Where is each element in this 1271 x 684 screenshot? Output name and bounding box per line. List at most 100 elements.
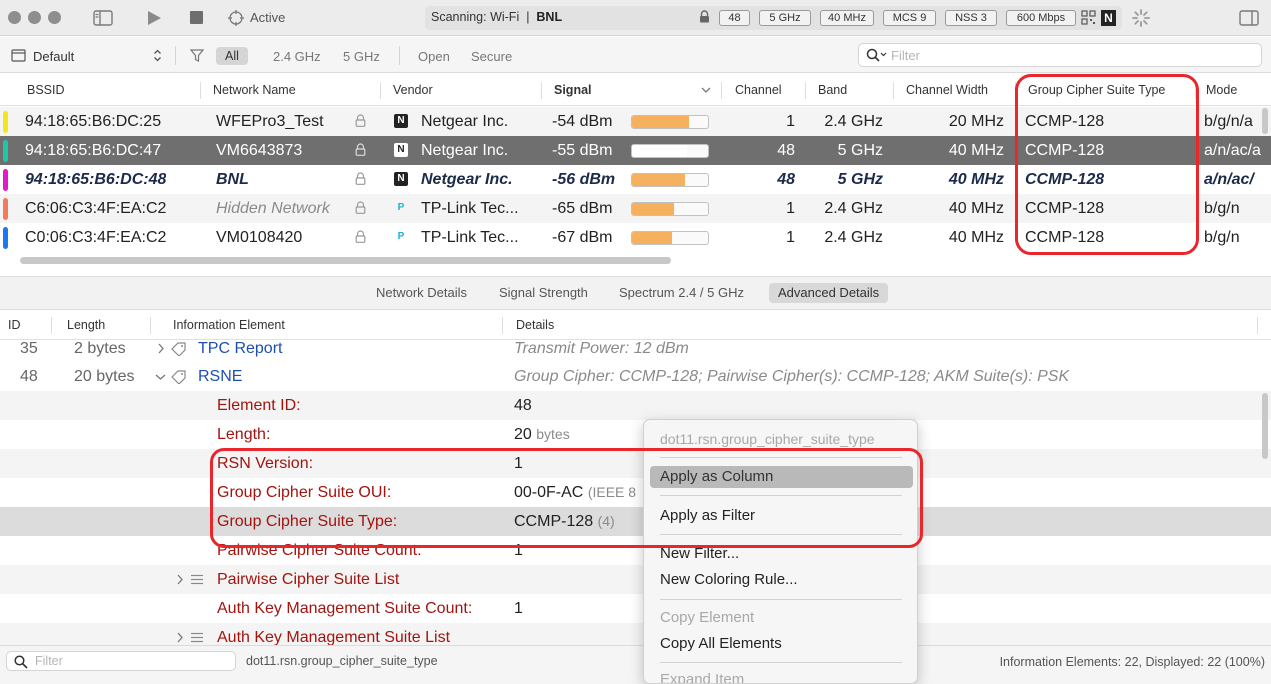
column-header-length[interactable]: Length (67, 318, 105, 332)
signal-cell: -54 dBm (552, 113, 613, 130)
column-header-id[interactable]: ID (8, 318, 21, 332)
vertical-scrollbar[interactable] (1262, 108, 1268, 134)
column-header-network-name[interactable]: Network Name (213, 83, 296, 97)
sidebar-toggle-icon[interactable] (93, 10, 113, 26)
ie-row-element-id[interactable]: Element ID: 48 (0, 391, 1271, 420)
channel-cell: 48 (777, 171, 795, 188)
network-color-stripe (3, 140, 8, 162)
disclosure-down-icon[interactable] (155, 373, 166, 381)
ie-search-input[interactable] (35, 654, 225, 668)
scan-mode-label[interactable]: Active (250, 10, 285, 25)
mode-cell: b/g/n (1204, 200, 1240, 217)
lock-icon (355, 201, 366, 214)
menu-separator (660, 599, 902, 600)
tab-signal-strength[interactable]: Signal Strength (490, 283, 597, 303)
ie-row-rsn-version[interactable]: RSN Version: 1 (0, 449, 1271, 478)
tag-icon (171, 342, 186, 356)
column-header-information-element[interactable]: Information Element (173, 318, 285, 332)
mode-cell: b/g/n/a (1204, 113, 1253, 130)
channel-width-cell: 40 MHz (948, 171, 1004, 188)
menu-item-copy-element[interactable]: Copy Element (650, 607, 913, 629)
column-header-vendor[interactable]: Vendor (393, 83, 433, 97)
menu-item-new-filter[interactable]: New Filter... (650, 543, 913, 565)
vendor-logo-icon: P (397, 231, 405, 242)
network-row[interactable]: 94:18:65:B6:DC:48 BNL N Netgear Inc. -56 dBm… (0, 165, 1271, 194)
tab-advanced-details[interactable]: Advanced Details (769, 283, 889, 303)
menu-item-new-coloring-rule[interactable]: New Coloring Rule... (650, 569, 913, 591)
column-header-channel[interactable]: Channel (735, 83, 782, 97)
network-search-input[interactable] (891, 47, 1251, 63)
channel-cell: 1 (786, 229, 795, 246)
elements-status: Information Elements: 22, Displayed: 22 … (999, 655, 1265, 669)
tab-network-details[interactable]: Network Details (367, 283, 476, 303)
vendor-cell: TP-Link Tec... (421, 229, 519, 246)
signal-bar (631, 144, 709, 158)
menu-item-apply-as-filter[interactable]: Apply as Filter (650, 505, 913, 527)
stop-icon[interactable] (189, 10, 204, 25)
disclosure-right-icon[interactable] (176, 632, 184, 643)
network-row[interactable]: 94:18:65:B6:DC:47 VM6643873 N Netgear Inc. -… (0, 136, 1271, 165)
tab-spectrum[interactable]: Spectrum 2.4 / 5 GHz (610, 283, 753, 303)
network-row[interactable]: C0:06:C3:4F:EA:C2 VM0108420 P TP-Link Tec..… (0, 223, 1271, 252)
minimize-window-button[interactable] (28, 11, 41, 24)
band-cell: 2.4 GHz (824, 113, 883, 130)
column-header-details[interactable]: Details (516, 318, 554, 332)
chevron-updown-icon[interactable] (153, 49, 162, 62)
signal-bar (631, 173, 709, 187)
menu-item-copy-all-elements[interactable]: Copy All Elements (650, 633, 913, 655)
column-header-band[interactable]: Band (818, 83, 847, 97)
horizontal-scrollbar[interactable] (20, 257, 671, 264)
network-row[interactable]: C6:06:C3:4F:EA:C2 Hidden Network P TP-Link … (0, 194, 1271, 223)
spinner-icon (1132, 9, 1150, 27)
close-window-button[interactable] (8, 11, 21, 24)
filter-funnel-icon[interactable] (190, 49, 204, 62)
signal-bar-fill (632, 145, 688, 157)
ie-row-akm-count[interactable]: Auth Key Management Suite Count: 1 (0, 594, 1271, 623)
sort-descending-icon[interactable] (701, 87, 711, 94)
column-header-mode[interactable]: Mode (1206, 83, 1237, 97)
column-header-group-cipher[interactable]: Group Cipher Suite Type (1028, 83, 1165, 97)
disclosure-right-icon[interactable] (176, 574, 184, 585)
filter-bar: Default All 2.4 GHz 5 GHz Open Secure (0, 37, 1271, 73)
ie-row-length[interactable]: Length: 20 bytes (0, 420, 1271, 449)
profile-select[interactable]: Default (33, 49, 74, 64)
network-name-cell: Hidden Network (216, 200, 330, 217)
ie-row-group-cipher-oui[interactable]: Group Cipher Suite OUI: 00-0F-AC (IEEE 8 (0, 478, 1271, 507)
column-header-channel-width[interactable]: Channel Width (906, 83, 988, 97)
signal-cell: -67 dBm (552, 229, 613, 246)
ie-length: 2 bytes (74, 340, 126, 357)
vertical-scrollbar[interactable] (1262, 393, 1268, 459)
vendor-cell: Netgear Inc. (421, 171, 513, 188)
network-row[interactable]: 94:18:65:B6:DC:25 WFEPro3_Test N Netgear In… (0, 107, 1271, 136)
filter-all-button[interactable]: All (216, 47, 248, 65)
ie-search-field[interactable] (6, 651, 236, 671)
network-search-field[interactable] (858, 43, 1262, 67)
filter-5ghz-button[interactable]: 5 GHz (343, 49, 380, 64)
ie-length: 20 bytes (74, 368, 135, 385)
ie-row-pairwise-count[interactable]: Pairwise Cipher Suite Count: 1 (0, 536, 1271, 565)
ie-row-pairwise-list[interactable]: Pairwise Cipher Suite List (0, 565, 1271, 594)
ie-row-rsne[interactable]: 48 20 bytes RSNE Group Cipher: CCMP-128;… (0, 362, 1271, 391)
disclosure-right-icon[interactable] (157, 343, 165, 354)
menu-item-apply-as-column[interactable]: Apply as Column (650, 466, 913, 488)
lock-icon (700, 10, 709, 23)
channel-pill: 48 (719, 10, 750, 26)
filter-24ghz-button[interactable]: 2.4 GHz (273, 49, 321, 64)
column-divider (380, 82, 381, 99)
ie-row-tpc-report[interactable]: 35 2 bytes TPC Report Transmit Power: 12… (0, 340, 1271, 362)
list-icon (191, 574, 203, 585)
menu-item-expand-item[interactable]: Expand Item (650, 669, 913, 683)
menu-separator (660, 534, 902, 535)
column-header-bssid[interactable]: BSSID (27, 83, 65, 97)
ie-value-note: (IEEE 8 (587, 484, 637, 500)
ie-row-akm-list[interactable]: Auth Key Management Suite List (0, 623, 1271, 645)
filter-secure-button[interactable]: Secure (471, 49, 512, 64)
inspector-toggle-icon[interactable] (1239, 10, 1259, 26)
signal-bar (631, 202, 709, 216)
ie-row-group-cipher-type[interactable]: Group Cipher Suite Type: CCMP-128 (4) (0, 507, 1271, 536)
vendor-logo-badge: N (1101, 10, 1116, 26)
zoom-window-button[interactable] (48, 11, 61, 24)
column-header-signal[interactable]: Signal (554, 83, 592, 97)
play-icon[interactable] (146, 10, 162, 26)
filter-open-button[interactable]: Open (418, 49, 450, 64)
